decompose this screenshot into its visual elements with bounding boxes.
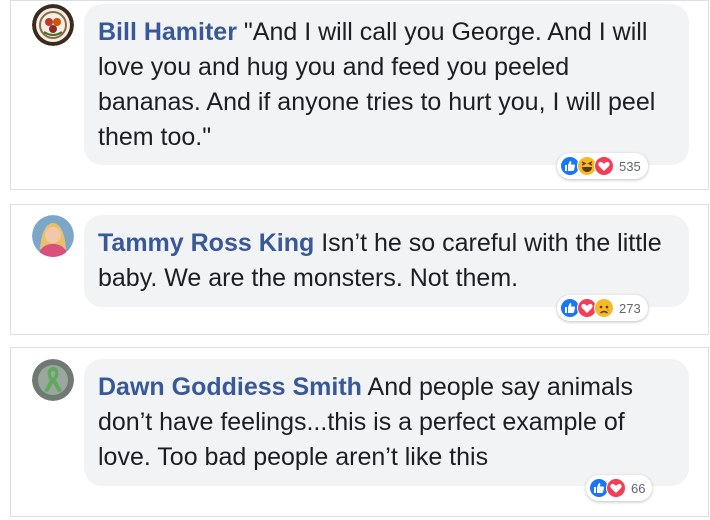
avatar[interactable] — [32, 215, 74, 257]
comment-bubble: Tammy Ross King Isn’t he so careful with… — [84, 215, 689, 307]
comment-author[interactable]: Bill Hamiter — [98, 18, 237, 46]
comment-bubble: Bill Hamiter "And I will call you George… — [84, 4, 689, 165]
reaction-count: 273 — [619, 300, 641, 316]
comment-author[interactable]: Tammy Ross King — [98, 229, 314, 257]
reactions-summary[interactable]: 66 — [586, 475, 653, 501]
love-icon — [606, 478, 626, 498]
reactions-summary[interactable]: 535 — [557, 153, 648, 179]
avatar[interactable] — [32, 359, 74, 401]
comment-card: Tammy Ross King Isn’t he so careful with… — [10, 204, 709, 335]
comment-bubble: Dawn Goddiess Smith And people say anima… — [84, 359, 689, 486]
comment-author[interactable]: Dawn Goddiess Smith — [98, 373, 362, 401]
comment-card: Bill Hamiter "And I will call you George… — [10, 0, 709, 190]
avatar[interactable] — [32, 4, 74, 46]
love-icon — [594, 156, 614, 176]
sad-icon — [594, 298, 614, 318]
reaction-count: 66 — [631, 480, 646, 496]
reaction-count: 535 — [619, 158, 641, 174]
comment-card: Dawn Goddiess Smith And people say anima… — [10, 347, 709, 517]
reactions-summary[interactable]: 273 — [557, 295, 648, 321]
